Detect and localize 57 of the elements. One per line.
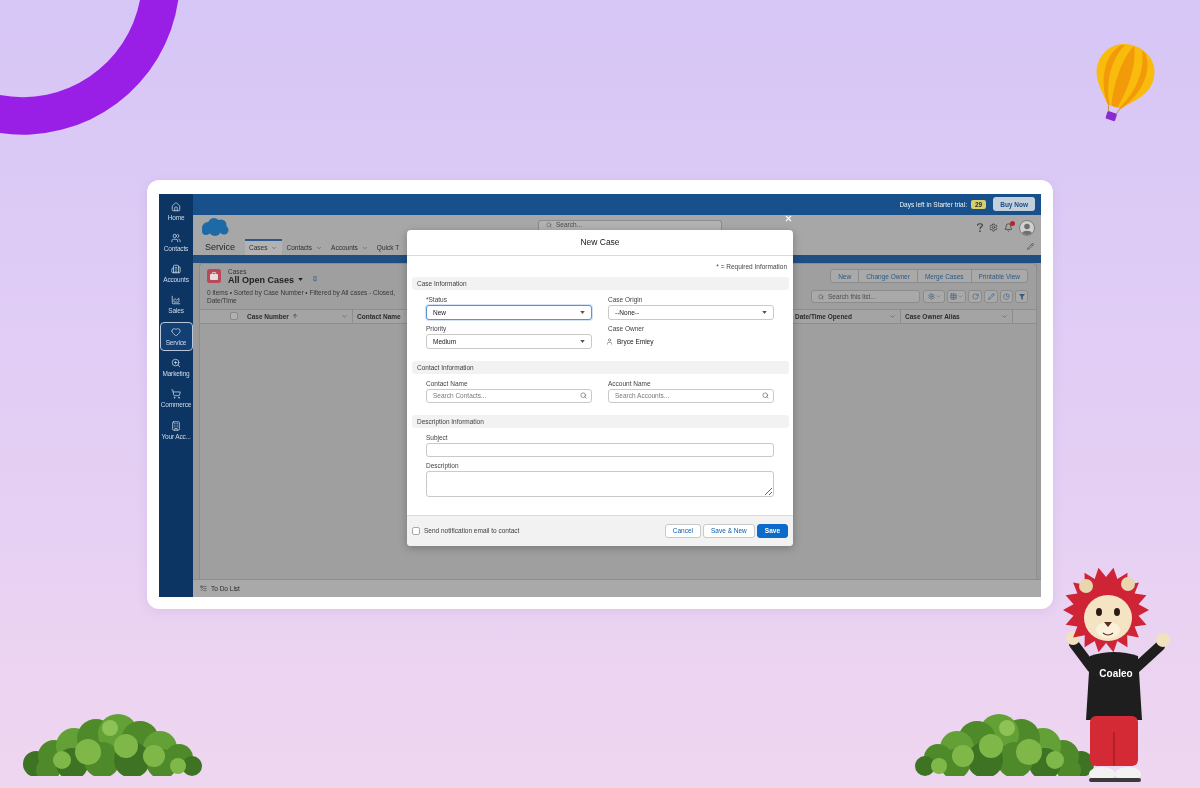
filter-button[interactable] [1015,290,1028,303]
house-icon [171,201,181,212]
settings-menu-button[interactable] [923,290,945,303]
chevron-down-icon[interactable] [889,312,896,320]
notifications-button[interactable] [1004,223,1013,232]
checkbox[interactable] [230,312,238,320]
heart-icon [171,326,181,337]
chart-icon [171,295,181,306]
cloud-logo-icon [201,216,229,237]
search-icon [762,392,769,399]
search-icon [818,293,824,300]
close-button[interactable] [784,213,793,223]
dialog-title: New Case [580,237,620,247]
edit-button[interactable] [984,290,998,303]
buildings-icon [171,264,181,275]
refresh-button[interactable] [968,290,982,303]
pencil-icon [987,293,995,300]
people-icon [171,232,181,243]
pencil-icon[interactable] [1027,243,1034,250]
caret-down-icon[interactable] [580,339,585,343]
chart-button[interactable] [1000,290,1013,303]
pie-chart-icon [1003,293,1010,300]
shirt-logo-text: Coaleo [1099,668,1133,679]
checkbox[interactable] [412,526,420,535]
chevron-down-icon[interactable] [341,312,348,320]
text-input-field[interactable] [426,442,774,457]
settings-icon [927,293,935,300]
help-icon[interactable] [977,223,983,232]
chevron-down-icon [958,294,963,299]
list-title[interactable]: All Open Cases [228,274,295,285]
chevron-down-icon[interactable] [316,244,323,251]
briefcase-icon [207,269,221,283]
chevron-down-icon[interactable] [271,244,278,251]
textarea-field[interactable] [426,470,774,497]
refresh-icon [971,293,979,300]
checklist-icon [200,584,207,592]
bell-icon [1004,223,1013,232]
cart-icon [171,389,181,400]
search-icon [580,392,587,399]
settings-icon[interactable] [989,223,998,232]
caret-down-icon[interactable] [580,310,585,314]
person-icon [606,337,613,345]
magnifier-icon [171,358,181,368]
filter-icon [1018,293,1025,300]
pin-icon[interactable] [312,276,319,282]
caret-down-icon[interactable] [762,310,767,314]
table-view-button[interactable] [947,290,966,303]
search-icon [546,222,552,228]
building-icon [171,420,181,431]
app-name: Service [205,241,235,252]
chevron-down-icon [935,294,941,299]
caret-down-icon[interactable] [298,277,304,281]
close-icon [784,213,793,223]
chevron-down-icon[interactable] [1001,312,1008,320]
chevron-down-icon[interactable] [361,244,368,251]
avatar-icon[interactable] [1019,219,1035,236]
table-icon [950,293,957,300]
